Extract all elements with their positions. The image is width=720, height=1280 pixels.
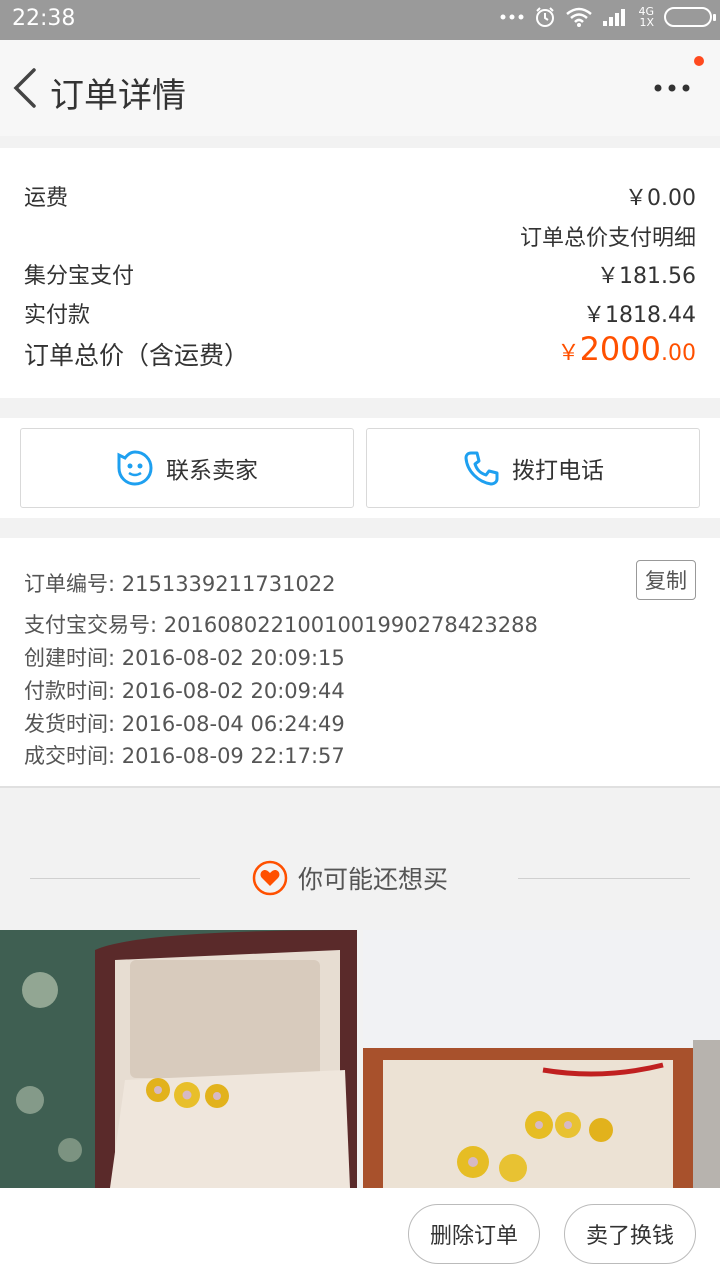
more-dots-icon xyxy=(500,14,524,20)
order-number: 订单编号: 2151339211731022 xyxy=(24,572,336,596)
shipping-value: ￥0.00 xyxy=(625,186,696,211)
paid-label: 实付款 xyxy=(24,303,91,328)
status-time: 22:38 xyxy=(12,6,76,31)
status-bar: 22:38 4G 1X xyxy=(0,0,720,40)
copy-button[interactable]: 复制 xyxy=(636,560,696,600)
product-card[interactable] xyxy=(0,930,357,1188)
contact-seller-label: 联系卖家 xyxy=(166,458,258,484)
call-phone-button[interactable]: 拨打电话 xyxy=(366,428,700,508)
alipay-trade-number: 支付宝交易号: 2016080221001001990278423288 xyxy=(24,613,538,637)
product-image xyxy=(363,930,720,1188)
total-value: ￥2000.00 xyxy=(557,330,696,368)
points-value: ￥181.56 xyxy=(597,264,696,289)
fee-summary: 运费 ￥0.00 订单总价支付明细 集分宝支付 ￥181.56 实付款 ￥181… xyxy=(0,148,720,398)
network-type: 4G 1X xyxy=(638,5,654,29)
bottom-action-bar: 删除订单 卖了换钱 xyxy=(0,1188,720,1280)
back-arrow-icon[interactable] xyxy=(8,66,42,110)
battery-icon xyxy=(664,7,716,27)
completed-time: 成交时间: 2016-08-09 22:17:57 xyxy=(24,744,345,768)
signal-icon xyxy=(603,9,626,26)
phone-icon xyxy=(464,451,499,486)
paid-time: 付款时间: 2016-08-02 20:09:44 xyxy=(24,679,345,703)
contact-actions: 联系卖家 拨打电话 xyxy=(0,418,720,518)
resell-button[interactable]: 卖了换钱 xyxy=(564,1204,696,1264)
payment-detail-link[interactable]: 订单总价支付明细 xyxy=(520,220,696,252)
status-icons: 4G 1X xyxy=(500,5,716,29)
recommend-header: 你可能还想买 xyxy=(0,828,720,930)
nav-bar: 订单详情 xyxy=(0,40,720,136)
chat-bubble-icon xyxy=(117,450,153,486)
points-label: 集分宝支付 xyxy=(24,264,135,289)
divider-right xyxy=(518,878,690,879)
shipped-time: 发货时间: 2016-08-04 06:24:49 xyxy=(24,712,345,736)
wifi-icon xyxy=(566,7,593,27)
shipping-label: 运费 xyxy=(24,186,69,211)
product-image xyxy=(0,930,357,1188)
delete-order-button[interactable]: 删除订单 xyxy=(408,1204,540,1264)
contact-seller-button[interactable]: 联系卖家 xyxy=(20,428,354,508)
notification-dot xyxy=(694,56,704,66)
recommended-products xyxy=(0,930,720,1188)
more-menu-icon[interactable] xyxy=(652,76,692,100)
product-card[interactable] xyxy=(363,930,720,1188)
total-label: 订单总价（含运费） xyxy=(24,341,250,370)
call-phone-label: 拨打电话 xyxy=(512,458,604,484)
alarm-icon xyxy=(536,7,555,27)
created-time: 创建时间: 2016-08-02 20:09:15 xyxy=(24,646,345,670)
order-info: 订单编号: 2151339211731022 复制 支付宝交易号: 201608… xyxy=(0,538,720,788)
heart-icon xyxy=(252,860,288,896)
divider-left xyxy=(30,878,200,879)
recommend-title: 你可能还想买 xyxy=(252,860,448,896)
page-title: 订单详情 xyxy=(50,76,186,116)
paid-value: ￥1818.44 xyxy=(583,303,696,328)
